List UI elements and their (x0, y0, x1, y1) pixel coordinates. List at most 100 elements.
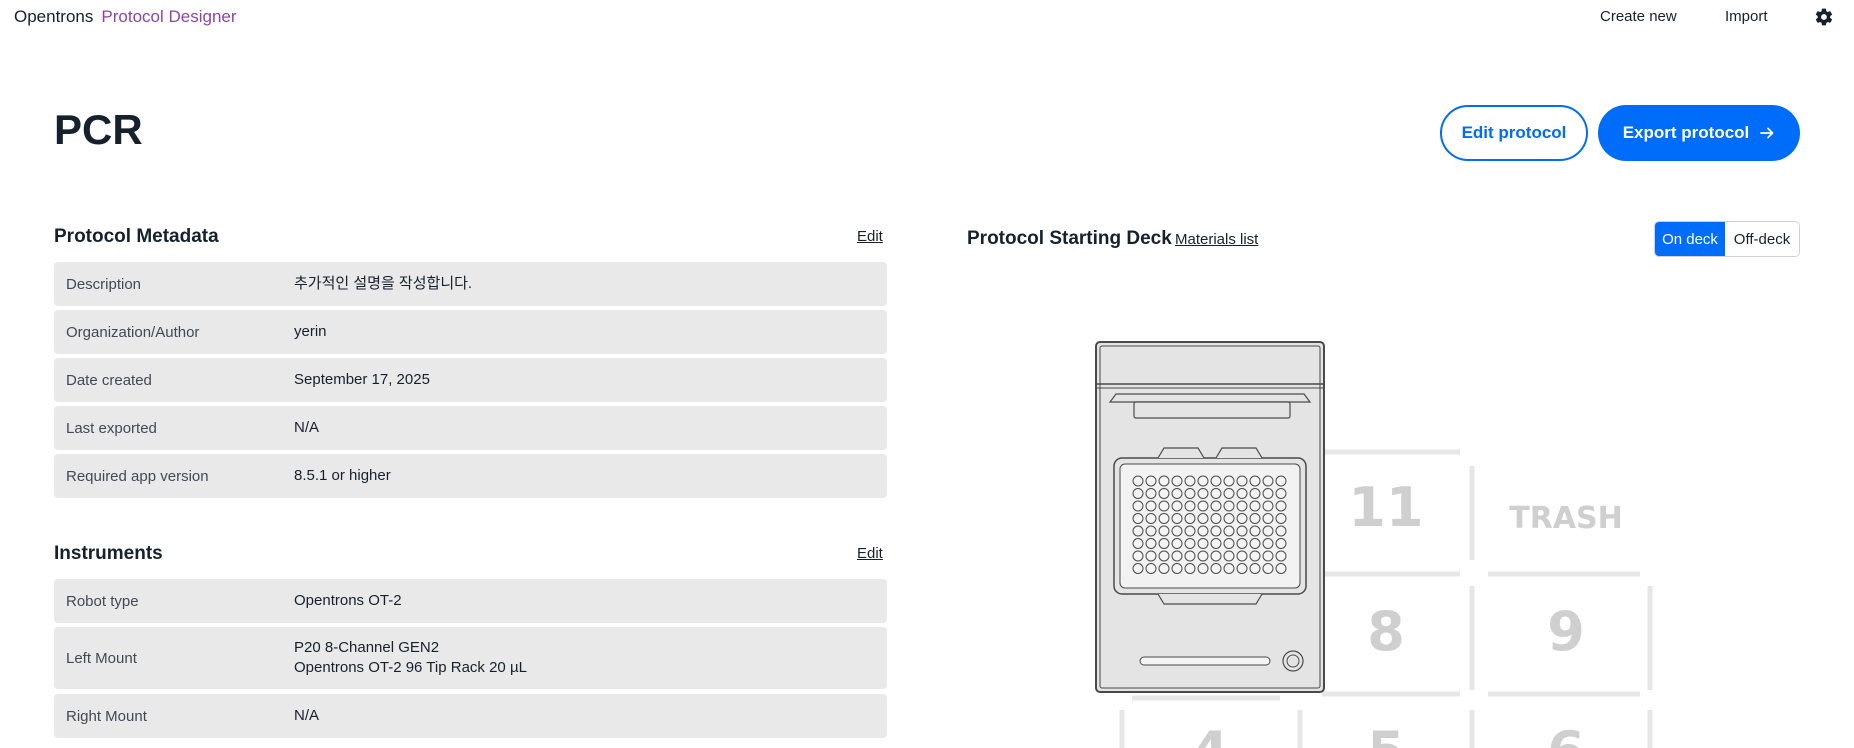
plate-well (1145, 513, 1157, 524)
plate-well (1223, 563, 1235, 574)
plate-well (1223, 513, 1235, 524)
plate-well (1262, 525, 1274, 537)
plate-well (1223, 538, 1235, 549)
metadata-section-title: Protocol Metadata (54, 226, 219, 247)
arrow-right-icon (1760, 127, 1774, 139)
plate-well (1210, 538, 1222, 549)
row-value: September 17, 2025 (294, 371, 430, 388)
plate-well (1145, 525, 1157, 537)
plate-well (1236, 563, 1248, 574)
plate-well (1262, 488, 1274, 499)
brand-logo[interactable]: Opentrons Protocol Designer (14, 7, 237, 27)
plate-well (1210, 525, 1222, 537)
plate-well (1275, 500, 1287, 512)
gear-icon[interactable] (1814, 7, 1834, 27)
plate-well (1236, 488, 1248, 499)
metadata-row-description: Description 추가적인 설명을 작성합니다. (54, 262, 887, 306)
row-value: P20 8-Channel GEN2 (294, 639, 440, 656)
plate-well (1249, 538, 1261, 549)
plate-well (1158, 538, 1170, 549)
plate-well (1210, 563, 1222, 574)
plate-well (1262, 538, 1274, 549)
plate-well (1171, 538, 1183, 549)
slot-6-label: 6 (1547, 720, 1585, 748)
plate-well (1158, 500, 1170, 512)
instrument-row-right-mount: Right Mount N/A (54, 694, 887, 738)
plate-well (1223, 488, 1235, 499)
plate-well (1132, 538, 1144, 549)
metadata-edit-link[interactable]: Edit (857, 228, 883, 245)
top-nav: Opentrons Protocol Designer Create new Im… (0, 0, 1854, 34)
slot-trash-label: TRASH (1509, 501, 1623, 536)
instruments-edit-link[interactable]: Edit (857, 545, 883, 562)
plate-well (1158, 488, 1170, 499)
page-title: PCR (54, 106, 143, 153)
plate-well (1262, 500, 1274, 512)
plate-well (1197, 513, 1209, 524)
plate-well (1184, 500, 1196, 512)
plate-well (1275, 563, 1287, 574)
plate-well (1197, 500, 1209, 512)
plate-well (1171, 550, 1183, 562)
row-label: Last exported (66, 420, 157, 437)
plate-well (1275, 525, 1287, 537)
plate-well (1236, 475, 1248, 487)
plate-well (1171, 513, 1183, 524)
materials-list-link[interactable]: Materials list (1175, 231, 1258, 248)
plate-well (1132, 500, 1144, 512)
thermocycler-module[interactable] (1095, 341, 1325, 693)
plate-well (1132, 513, 1144, 524)
plate-well (1275, 475, 1287, 487)
plate-well (1197, 563, 1209, 574)
plate-well (1184, 525, 1196, 537)
row-label: Left Mount (66, 650, 137, 667)
plate-well (1223, 475, 1235, 487)
plate-well (1132, 550, 1144, 562)
plate-well (1236, 550, 1248, 562)
plate-well (1145, 550, 1157, 562)
row-label: Organization/Author (66, 324, 200, 341)
row-value: yerin (294, 323, 327, 340)
plate-well (1171, 488, 1183, 499)
plate-well (1197, 538, 1209, 549)
export-protocol-button[interactable]: Export protocol (1598, 105, 1800, 161)
import-link[interactable]: Import (1725, 8, 1768, 25)
plate-well (1171, 563, 1183, 574)
on-deck-toggle[interactable]: On deck (1655, 222, 1725, 256)
plate-well (1275, 513, 1287, 524)
plate-well (1184, 488, 1196, 499)
plate-well (1184, 513, 1196, 524)
plate-well (1158, 513, 1170, 524)
row-label: Description (66, 276, 142, 293)
row-value-secondary: Opentrons OT-2 96 Tip Rack 20 µL (294, 659, 527, 676)
plate-well (1249, 550, 1261, 562)
plate-well (1171, 500, 1183, 512)
plate-well (1197, 475, 1209, 487)
plate-well (1197, 488, 1209, 499)
slot-8-label: 8 (1367, 600, 1405, 663)
plate-well (1184, 538, 1196, 549)
deck-section-title: Protocol Starting Deck (967, 228, 1172, 249)
plate-well (1262, 563, 1274, 574)
instrument-row-robot-type: Robot type Opentrons OT-2 (54, 579, 887, 623)
plate-well (1236, 513, 1248, 524)
plate-well (1275, 538, 1287, 549)
plate-well (1171, 475, 1183, 487)
plate-well (1132, 475, 1144, 487)
product-name: Protocol Designer (101, 7, 237, 26)
plate-well (1145, 488, 1157, 499)
off-deck-toggle[interactable]: Off-deck (1725, 222, 1799, 256)
instruments-section-title: Instruments (54, 543, 163, 564)
plate-well (1249, 563, 1261, 574)
plate-well (1145, 538, 1157, 549)
plate-well (1210, 488, 1222, 499)
metadata-row-author: Organization/Author yerin (54, 310, 887, 354)
create-new-link[interactable]: Create new (1600, 8, 1677, 25)
slot-9-label: 9 (1547, 600, 1585, 663)
plate-well (1171, 525, 1183, 537)
plate-well (1262, 475, 1274, 487)
edit-protocol-button[interactable]: Edit protocol (1440, 105, 1588, 161)
plate-well (1249, 525, 1261, 537)
plate-well (1132, 488, 1144, 499)
plate-well (1249, 513, 1261, 524)
